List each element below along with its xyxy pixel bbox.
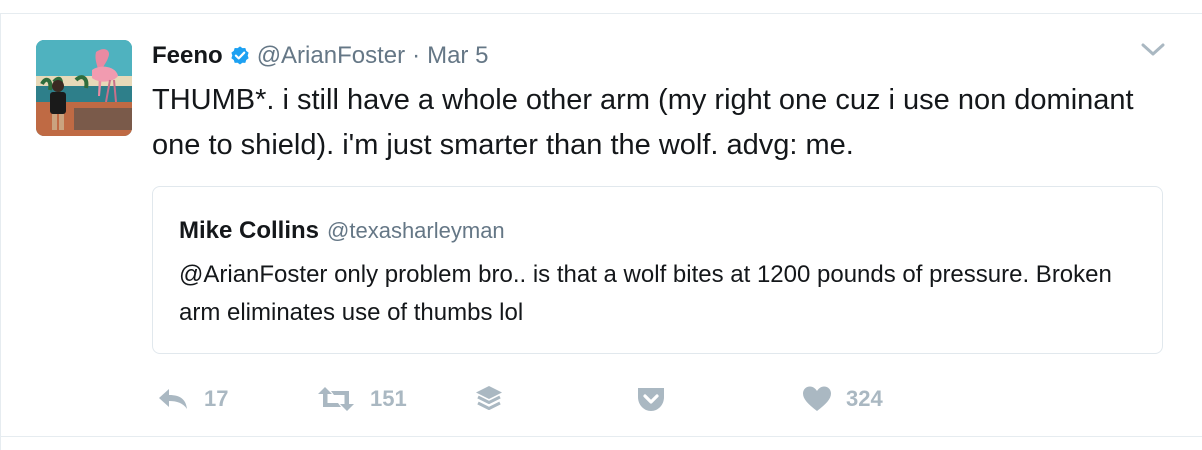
quoted-tweet[interactable]: Mike Collins @texasharleyman @ArianFoste… bbox=[152, 186, 1163, 354]
reply-icon bbox=[156, 386, 190, 412]
like-count: 324 bbox=[846, 386, 883, 411]
heart-icon bbox=[802, 385, 832, 413]
reply-count: 17 bbox=[204, 386, 229, 411]
avatar[interactable] bbox=[36, 40, 132, 136]
tweet-timestamp[interactable]: Mar 5 bbox=[427, 42, 488, 70]
retweet-button[interactable]: 151 bbox=[316, 379, 407, 419]
like-button[interactable]: 324 bbox=[802, 379, 883, 419]
tweet[interactable]: Feeno @ArianFoster · Mar 5 THUMB*. i sti… bbox=[0, 15, 1202, 435]
quoted-tweet-header: Mike Collins @texasharleyman bbox=[179, 217, 505, 245]
buffer-button[interactable] bbox=[474, 379, 504, 419]
pocket-button[interactable] bbox=[636, 379, 666, 419]
quoted-author-handle: @texasharleyman bbox=[327, 218, 505, 243]
quoted-tweet-text: @ArianFoster only problem bro.. is that … bbox=[179, 261, 1112, 326]
tweet-text: THUMB*. i still have a whole other arm (… bbox=[152, 84, 1134, 161]
timeline-top-border bbox=[0, 0, 1202, 14]
author-handle[interactable]: @ArianFoster bbox=[257, 42, 405, 70]
timeline-bottom-border bbox=[0, 436, 1202, 437]
tweet-header: Feeno @ArianFoster · Mar 5 bbox=[152, 40, 488, 72]
verified-badge-icon bbox=[229, 45, 251, 67]
author-name[interactable]: Feeno bbox=[152, 42, 223, 70]
retweet-count: 151 bbox=[370, 386, 407, 411]
pocket-icon bbox=[636, 385, 666, 413]
tweet-actions: 17 151 324 bbox=[152, 379, 1152, 419]
quoted-author-name: Mike Collins bbox=[179, 217, 320, 244]
retweet-icon bbox=[316, 386, 356, 412]
reply-button[interactable]: 17 bbox=[156, 379, 228, 419]
avatar-image bbox=[36, 40, 132, 136]
separator-dot: · bbox=[412, 42, 421, 69]
chevron-down-icon[interactable] bbox=[1140, 41, 1166, 59]
buffer-stack-icon bbox=[474, 384, 504, 414]
